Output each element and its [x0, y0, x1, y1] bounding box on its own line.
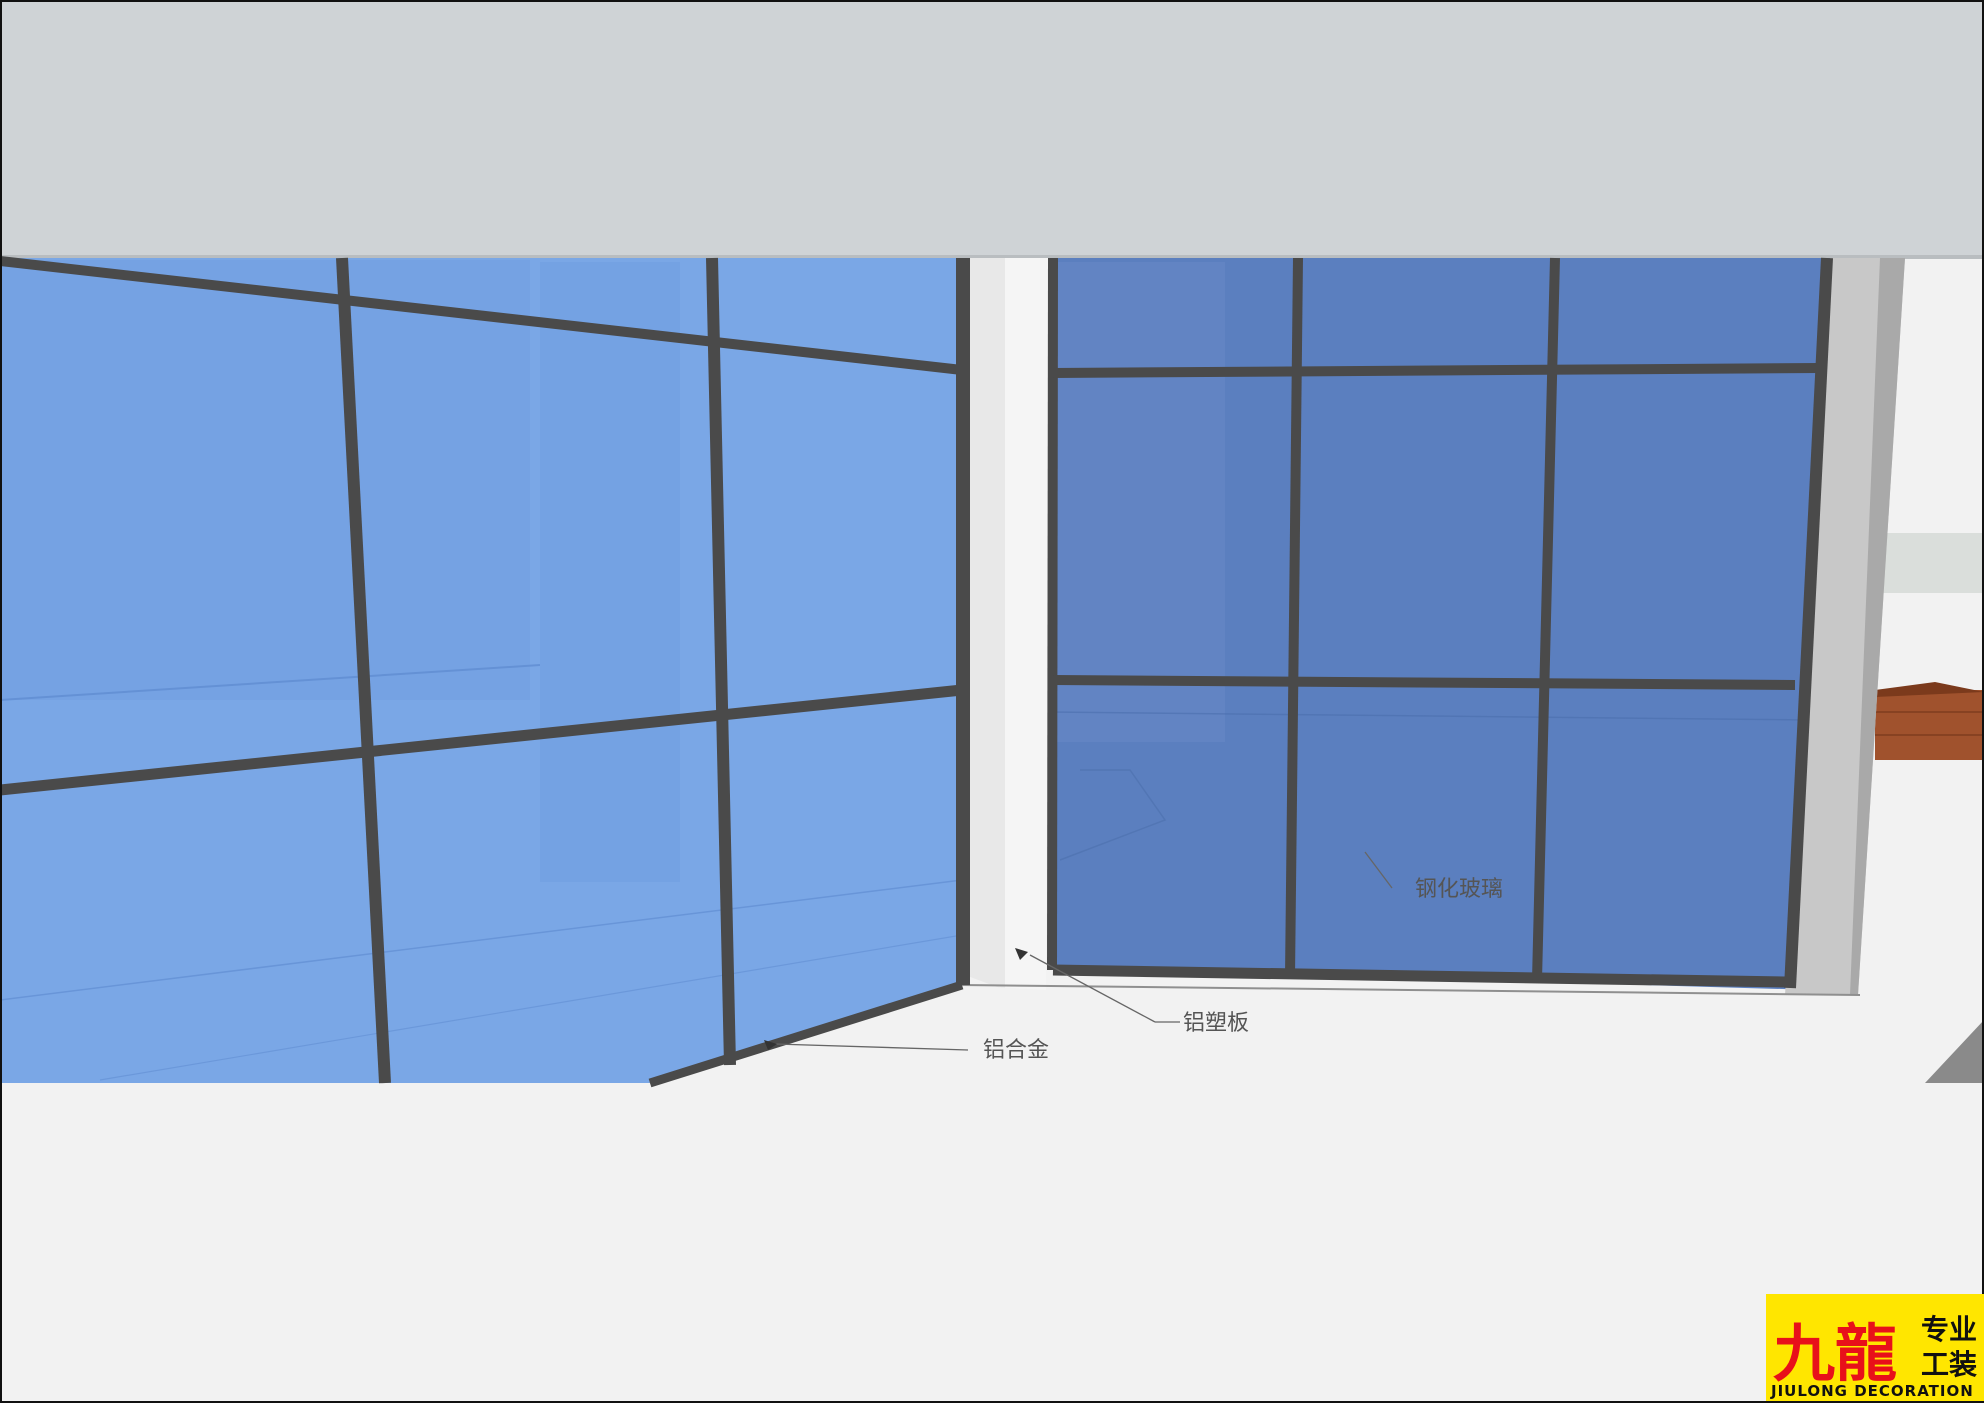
- logo-tagline-top: 专业: [1921, 1313, 1977, 1346]
- background-wall: [1880, 533, 1984, 593]
- logo-name: 九龍: [1773, 1317, 1897, 1390]
- logo-english: JIULONG DECORATION: [1770, 1382, 1974, 1400]
- interior-brick-wall-right: [1055, 262, 1225, 742]
- logo-tagline-bottom: 工装: [1921, 1348, 1977, 1381]
- label-aluminum-alloy: 铝合金: [983, 1038, 1049, 1063]
- floor-edge-shadow: [1925, 1020, 1984, 1083]
- white-column-face: [1005, 258, 1050, 990]
- jiulong-logo: 九龍 专业 工装 JIULONG DECORATION: [1766, 1294, 1984, 1401]
- interior-column: [540, 262, 680, 882]
- label-aluminum-composite-panel: 铝塑板: [1183, 1011, 1249, 1036]
- ceiling: [0, 0, 1984, 258]
- left-glass-wall: [0, 258, 963, 1083]
- label-tempered-glass: 钢化玻璃: [1415, 877, 1503, 902]
- scene-canvas: 钢化玻璃 铝塑板 铝合金 九龍 专业 工装 JIULONG DECORATION: [0, 0, 1984, 1403]
- interior-brick-wall: [0, 260, 530, 700]
- brick-planter: [1875, 682, 1984, 760]
